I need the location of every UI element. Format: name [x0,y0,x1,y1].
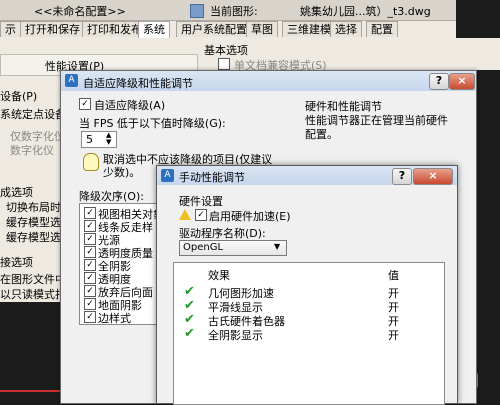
close-icon[interactable]: × [413,168,453,185]
spin-down-icon[interactable]: ▼ [106,138,111,146]
drawing-icon [190,4,204,18]
driver-select[interactable]: OpenGL ▼ [179,240,287,256]
adaptive-dialog-title: 自适应降级和性能调节 [83,77,193,90]
degrade-item-checkbox[interactable]: ✓ [84,311,96,323]
adaptive-dialog-title-bar: A 自适应降级和性能调节 ? × [61,71,476,91]
degrade-order-list[interactable]: ✓ 视图相关对象 ✓ 线条反走样 ✓ 光源 ✓ 透明度质量 ✓ 全阴影 ✓ 透明… [79,203,164,325]
help-icon[interactable]: ? [392,168,412,185]
tab-selection[interactable]: 选择 [330,21,362,37]
dark-background-bottom [0,302,60,402]
effect-column-header: 效果 [208,269,230,282]
hw-settings-heading: 硬件设置 [179,195,223,208]
manual-tuning-dialog: A 手动性能调节 ? × 硬件设置 ✓ 启用硬件加速(E) 驱动程序名称(D):… [156,165,458,405]
current-drawing-label: 当前图形: [210,5,258,18]
degrade-item-checkbox[interactable]: ✓ [84,207,96,219]
degrade-item-checkbox[interactable]: ✓ [84,246,96,258]
dark-background-right [476,70,500,402]
check-icon: ✔ [184,312,195,327]
degrade-order-label: 降级次序(O): [79,190,144,203]
chevron-down-icon[interactable]: ▼ [274,242,280,251]
degrade-item-checkbox[interactable]: ✓ [84,220,96,232]
degrade-item-checkbox[interactable]: ✓ [84,272,96,284]
hw-acceleration-checkbox[interactable]: ✓ [195,209,207,221]
app-icon: A [161,169,174,182]
driver-name-label: 驱动程序名称(D): [179,227,266,240]
regen-option-2[interactable]: 缓存模型选 [6,214,61,230]
tab-open-save[interactable]: 打开和保存 [20,21,85,37]
degrade-item-checkbox[interactable]: ✓ [84,298,96,310]
close-icon[interactable]: × [449,73,475,90]
adaptive-degradation-checkbox[interactable]: ✓ [79,98,91,110]
degrade-item-checkbox[interactable]: ✓ [84,285,96,297]
hw-performance-heading: 硬件和性能调节 [305,100,382,113]
current-pointing-device: 系统定点设备 [0,108,66,121]
app-icon: A [65,74,78,87]
check-icon: ✔ [184,326,195,341]
degrade-item-checkbox[interactable]: ✓ [84,259,96,271]
layout-regen-heading: 成选项 [0,186,33,199]
check-icon: ✔ [184,298,195,313]
table-row[interactable]: ✔ 全阴影显示 开 [174,326,444,343]
manual-dialog-title: 手动性能调节 [179,171,245,184]
table-row[interactable]: ✔ 古氏硬件着色器 开 [174,312,444,329]
value-column-header: 值 [388,269,399,282]
options-tabs: 示 打开和保存 打印和发布 系统 用户系统配置 草图 三维建模 选择 配置 [0,21,500,38]
fps-value: 5 [86,133,93,146]
lightbulb-icon [83,153,99,171]
dbconnect-heading: 接选项 [0,256,33,269]
red-line [0,390,60,392]
store-index-option[interactable]: 在图形文件中 [0,271,66,287]
table-row[interactable]: ✔ 平滑线显示 开 [174,298,444,315]
effect-value: 开 [388,329,399,342]
tab-drafting[interactable]: 草图 [246,21,278,37]
digitizer-mouse-option[interactable]: 数字化仪 [10,142,54,158]
readonly-option[interactable]: 以只读模式打 [0,286,66,302]
effects-table: 效果 值 ✔ 几何图形加速 开 ✔ 平滑线显示 开 ✔ 古氏硬件着色器 开 ✔ … [173,262,445,405]
tab-display[interactable]: 示 [0,21,21,37]
degrade-item: 边样式 [98,312,131,325]
hw-performance-text: 性能调节器正在管理当前硬件配置。 [305,114,448,141]
table-row[interactable]: ✔ 几何图形加速 开 [174,284,444,301]
effect-name: 全阴影显示 [208,329,263,342]
tab-system[interactable]: 系统 [138,21,170,38]
tab-profiles[interactable]: 配置 [366,21,398,37]
single-doc-checkbox[interactable] [218,58,230,70]
pointing-device-heading: 设备(P) [0,90,38,103]
check-icon: ✔ [184,284,195,299]
profile-name: <<未命名配置>> [34,5,126,18]
help-icon[interactable]: ? [429,73,449,90]
regen-option-3[interactable]: 缓存模型选 [6,229,61,245]
manual-dialog-title-bar: A 手动性能调节 ? × [157,166,457,185]
fps-spinner[interactable]: 5 ▲ ▼ [81,131,117,148]
basic-options-heading: 基本选项 [204,44,248,57]
adaptive-degradation-label: 自适应降级(A) [94,99,166,112]
degrade-item-checkbox[interactable]: ✓ [84,233,96,245]
tab-user-preferences[interactable]: 用户系统配置 [176,21,252,37]
warning-icon [179,209,191,220]
hw-acceleration-label: 启用硬件加速(E) [209,210,291,223]
current-drawing-name: 姚集幼儿园...筑）_t3.dwg [300,5,431,18]
regen-option-1[interactable]: 切换布局时 [6,199,61,215]
driver-selected-value: OpenGL [183,242,224,253]
fps-threshold-label: 当 FPS 低于以下值时降级(G): [79,117,226,130]
options-title-bar: <<未命名配置>> 当前图形: 姚集幼儿园...筑）_t3.dwg [0,0,500,21]
tab-3d-modeling[interactable]: 三维建模 [282,21,336,37]
